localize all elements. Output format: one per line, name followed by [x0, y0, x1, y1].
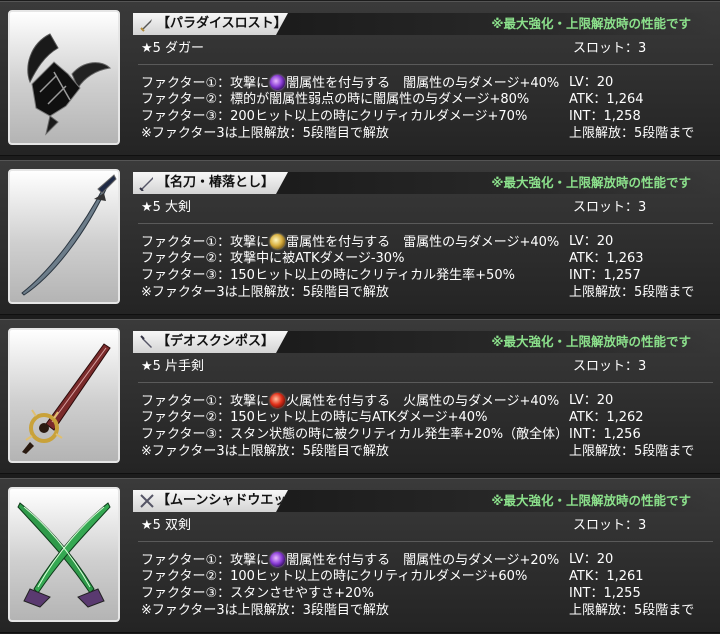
dark-element-icon	[270, 75, 286, 90]
weapon-title-plate: 【ムーンシャドウエッジ】	[133, 490, 288, 512]
factor-1: ファクター①：攻撃に 闇属性を付与する 闇属性の与ダメージ+20%	[141, 552, 559, 569]
weapon-title-plate: 【デオスクシポス】	[133, 331, 288, 353]
stat-int: INT：1,256	[569, 427, 641, 442]
weapon-name: 【名刀・椿落とし】	[157, 175, 275, 190]
dual-blades-icon	[139, 493, 155, 509]
slot-count: スロット：3	[573, 200, 647, 215]
factor-1: ファクター①：攻撃に 雷属性を付与する 雷属性の与ダメージ+40%	[141, 234, 559, 251]
factor-1-prefix: ファクター①：攻撃に	[141, 235, 270, 250]
weapon-image-paradise-lost	[8, 10, 120, 145]
weapon-image-tsubaki-otoshi	[8, 169, 120, 304]
weapon-title-bar: 【名刀・椿落とし】 ※最大強化・上限解放時の性能です	[133, 172, 713, 194]
rarity-type: ★5 双剣	[141, 518, 192, 533]
weapon-title-plate: 【名刀・椿落とし】	[133, 172, 288, 194]
factor-2: ファクター②：標的が闇属性弱点の時に闇属性の与ダメージ+80%	[141, 92, 530, 107]
weapon-card-deos-xiphos: 【デオスクシポス】 ※最大強化・上限解放時の性能です ★5 片手剣 スロット：3…	[0, 319, 720, 474]
factor-1-prefix: ファクター①：攻撃に	[141, 394, 270, 409]
max-enhancement-note: ※最大強化・上限解放時の性能です	[491, 493, 691, 508]
weapon-image-deos-xiphos	[8, 328, 120, 463]
stat-atk: ATK：1,262	[569, 410, 644, 425]
factor-1-prefix: ファクター①：攻撃に	[141, 553, 270, 568]
stat-level: LV：20	[569, 552, 614, 567]
stat-limit-break: 上限解放：5段階まで	[569, 285, 695, 300]
factor-3-unlock-note: ※ファクター3は上限解放：3段階目で解放	[141, 603, 389, 618]
weapon-name: 【ムーンシャドウエッジ】	[157, 493, 313, 508]
factor-3: ファクター③：150ヒット以上の時にクリティカル発生率+50%	[141, 268, 515, 283]
factor-2: ファクター②：100ヒット以上の時にクリティカルダメージ+60%	[141, 569, 528, 584]
weapon-image-moon-shadow-edge	[8, 487, 120, 622]
stat-int: INT：1,258	[569, 109, 641, 124]
factor-3: ファクター③：スタン状態の時に被クリティカル発生率+20%（敵全体）	[141, 427, 569, 442]
divider	[138, 382, 713, 383]
max-enhancement-note: ※最大強化・上限解放時の性能です	[491, 16, 691, 31]
factor-2: ファクター②：150ヒット以上の時に与ATKダメージ+40%	[141, 410, 488, 425]
divider	[138, 64, 713, 65]
weapon-name: 【パラダイスロスト】	[157, 16, 287, 31]
greatsword-icon	[139, 175, 155, 191]
factor-3-unlock-note: ※ファクター3は上限解放：5段階目で解放	[141, 126, 389, 141]
stat-level: LV：20	[569, 75, 614, 90]
dark-element-icon	[270, 552, 286, 567]
slot-count: スロット：3	[573, 518, 647, 533]
factor-3: ファクター③：スタンさせやすさ+20%	[141, 586, 374, 601]
max-enhancement-note: ※最大強化・上限解放時の性能です	[491, 175, 691, 190]
stat-limit-break: 上限解放：5段階まで	[569, 603, 695, 618]
dagger-icon	[139, 16, 155, 32]
factor-1-effect: 闇属性を付与する 闇属性の与ダメージ+40%	[286, 76, 560, 91]
factor-3-unlock-note: ※ファクター3は上限解放：5段階目で解放	[141, 444, 389, 459]
stat-atk: ATK：1,261	[569, 569, 644, 584]
weapon-card-tsubaki-otoshi: 【名刀・椿落とし】 ※最大強化・上限解放時の性能です ★5 大剣 スロット：3 …	[0, 160, 720, 315]
factor-1: ファクター①：攻撃に 火属性を付与する 火属性の与ダメージ+40%	[141, 393, 559, 410]
divider	[138, 541, 713, 542]
max-enhancement-note: ※最大強化・上限解放時の性能です	[491, 334, 691, 349]
factor-1: ファクター①：攻撃に 闇属性を付与する 闇属性の与ダメージ+40%	[141, 75, 559, 92]
factor-1-effect: 火属性を付与する 火属性の与ダメージ+40%	[286, 394, 560, 409]
weapon-title-bar: 【パラダイスロスト】 ※最大強化・上限解放時の性能です	[133, 13, 713, 35]
stat-int: INT：1,255	[569, 586, 641, 601]
weapon-card-paradise-lost: 【パラダイスロスト】 ※最大強化・上限解放時の性能です ★5 ダガー スロット：…	[0, 1, 720, 156]
weapon-title-bar: 【ムーンシャドウエッジ】 ※最大強化・上限解放時の性能です	[133, 490, 713, 512]
factor-3-unlock-note: ※ファクター3は上限解放：5段階目で解放	[141, 285, 389, 300]
factor-1-prefix: ファクター①：攻撃に	[141, 76, 270, 91]
fire-element-icon	[270, 393, 286, 408]
factor-2: ファクター②：攻撃中に被ATKダメージ-30%	[141, 251, 405, 266]
slot-count: スロット：3	[573, 359, 647, 374]
factor-1-effect: 雷属性を付与する 雷属性の与ダメージ+40%	[286, 235, 560, 250]
divider	[138, 223, 713, 224]
stat-limit-break: 上限解放：5段階まで	[569, 126, 695, 141]
stat-atk: ATK：1,263	[569, 251, 644, 266]
thunder-element-icon	[270, 234, 286, 249]
stat-atk: ATK：1,264	[569, 92, 644, 107]
weapon-card-moon-shadow-edge: 【ムーンシャドウエッジ】 ※最大強化・上限解放時の性能です ★5 双剣 スロット…	[0, 478, 720, 633]
rarity-type: ★5 ダガー	[141, 41, 205, 56]
stat-int: INT：1,257	[569, 268, 641, 283]
one-handed-sword-icon	[139, 334, 155, 350]
rarity-type: ★5 大剣	[141, 200, 192, 215]
stat-level: LV：20	[569, 393, 614, 408]
rarity-type: ★5 片手剣	[141, 359, 205, 374]
weapon-name: 【デオスクシポス】	[157, 334, 275, 349]
slot-count: スロット：3	[573, 41, 647, 56]
stat-limit-break: 上限解放：5段階まで	[569, 444, 695, 459]
factor-3: ファクター③：200ヒット以上の時にクリティカルダメージ+70%	[141, 109, 528, 124]
weapon-title-bar: 【デオスクシポス】 ※最大強化・上限解放時の性能です	[133, 331, 713, 353]
stat-level: LV：20	[569, 234, 614, 249]
weapon-title-plate: 【パラダイスロスト】	[133, 13, 288, 35]
factor-1-effect: 闇属性を付与する 闇属性の与ダメージ+20%	[286, 553, 560, 568]
